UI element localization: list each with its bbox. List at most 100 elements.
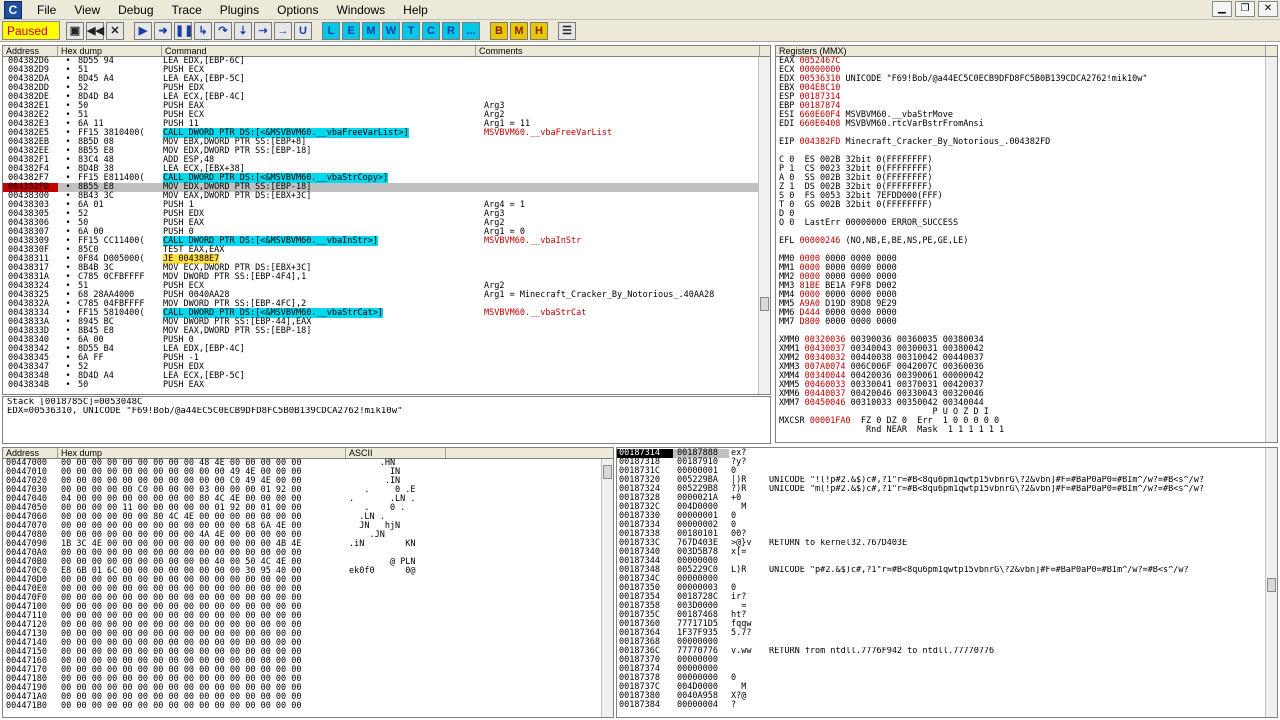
disasm-row[interactable]: 00438340 • 6A 00 PUSH 0: [3, 336, 770, 345]
open-icon[interactable]: ▣: [66, 21, 84, 40]
run-icon[interactable]: ▶: [134, 21, 152, 40]
stack-scrollbar[interactable]: [1265, 448, 1277, 717]
disasm-row[interactable]: 0043834B • 50 PUSH EAX: [3, 381, 770, 390]
menu-plugins[interactable]: Plugins: [211, 0, 268, 20]
registers-scrollbar[interactable]: [1265, 57, 1277, 442]
disasm-row[interactable]: 004382DD • 52 PUSH EDX: [3, 84, 770, 93]
hardware-breakpoints-button[interactable]: H: [530, 21, 548, 40]
disasm-row[interactable]: 00438309 • FF15 CC11400(CALL DWORD PTR DS:…: [3, 236, 770, 246]
animate-into-icon[interactable]: ⇣: [234, 21, 252, 40]
menu-file[interactable]: File: [28, 0, 65, 20]
rewind-icon[interactable]: ◀◀: [86, 21, 104, 40]
col-hex-dump[interactable]: Hex dump: [58, 46, 162, 56]
scroll-thumb[interactable]: [760, 297, 769, 311]
disasm-comment: Arg3: [484, 101, 505, 111]
menu-debug[interactable]: Debug: [109, 0, 162, 20]
disasm-row[interactable]: 004382E5 • FF15 3810400(CALL DWORD PTR DS:…: [3, 128, 770, 138]
disasm-row[interactable]: 004382DE • 8D4D B4 LEA ECX,[EBP-4C]: [3, 93, 770, 102]
memory-window-button[interactable]: M: [362, 21, 380, 40]
cpu-window-button[interactable]: C: [422, 21, 440, 40]
disasm-row[interactable]: 0043833D • 8B45 E8 MOV EAX,DWORD PTR SS:[EB…: [3, 327, 770, 336]
disasm-row[interactable]: 00438345 • 6A FF PUSH -1: [3, 354, 770, 363]
menu-help[interactable]: Help: [394, 0, 437, 20]
disasm-row[interactable]: 00438348 • 8D4D A4 LEA ECX,[EBP-5C]: [3, 372, 770, 381]
disasm-row[interactable]: 004382F7 • FF15 E811400(CALL DWORD PTR DS:…: [3, 173, 770, 183]
disasm-row[interactable]: 00438334 • FF15 5810400(CALL DWORD PTR DS:…: [3, 308, 770, 318]
menu-trace[interactable]: Trace: [163, 0, 211, 20]
disasm-comment: [476, 174, 766, 183]
log-window-button[interactable]: L: [322, 21, 340, 40]
dump-col-hex[interactable]: Hex dump: [58, 448, 346, 458]
execute-till-user-icon[interactable]: U: [294, 21, 312, 40]
stack-comment: [761, 611, 1261, 620]
disasm-row[interactable]: 00438306 • 50 PUSH EAX Arg2: [3, 219, 770, 228]
registers-title[interactable]: Registers (MMX): [776, 46, 1266, 56]
pause-icon[interactable]: ❚❚: [174, 21, 193, 40]
menu-view[interactable]: View: [65, 0, 109, 20]
disasm-row[interactable]: 0043831A • C785 0CFBFFFF MOV DWORD PTR SS:[…: [3, 273, 770, 282]
register-line: MM7 D800 0000 0000 0000: [779, 317, 897, 327]
disasm-row[interactable]: 00438300 • 8B43 3C MOV EAX,DWORD PTR DS:[EB…: [3, 192, 770, 201]
disasm-row[interactable]: 004382FD • 8B55 E8 MOV EDX,DWORD PTR SS:[EB…: [3, 183, 770, 192]
disasm-row[interactable]: 00438347 • 52 PUSH EDX: [3, 363, 770, 372]
disasm-comment: Arg3: [484, 209, 505, 219]
disasm-row[interactable]: 00438303 • 6A 01 PUSH 1 Arg4 = 1: [3, 201, 770, 210]
menu-bar: C File View Debug Trace Plugins Options …: [0, 0, 1280, 20]
dump-col-address[interactable]: Address: [3, 448, 58, 458]
disasm-row[interactable]: 004382EE • 8B55 E8 MOV EDX,DWORD PTR SS:[EB…: [3, 147, 770, 156]
disasm-row[interactable]: 004382E2 • 51 PUSH ECX Arg2: [3, 111, 770, 120]
disasm-row[interactable]: 004382EB • 8B5D 08 MOV EBX,DWORD PTR SS:[EB…: [3, 138, 770, 147]
disasm-row[interactable]: 00438305 • 52 PUSH EDX Arg3: [3, 210, 770, 219]
col-address[interactable]: Address: [3, 46, 58, 56]
restore-button[interactable]: ❐: [1235, 1, 1255, 17]
stack-comment: UNICODE "!(!p#2.&$)c#,?1"r=#B<8qu6pm1qwt…: [769, 476, 1204, 485]
menu-windows[interactable]: Windows: [327, 0, 394, 20]
col-command[interactable]: Command: [162, 46, 476, 56]
stack-scroll-thumb[interactable]: [1267, 578, 1276, 592]
disasm-command: MOV EAX,DWORD PTR SS:[EBP-18]: [162, 327, 476, 336]
menu-options[interactable]: Options: [268, 0, 327, 20]
dump-scrollbar[interactable]: [601, 459, 613, 717]
dump-ascii: [346, 585, 446, 594]
disasm-hex: 6A FF: [78, 353, 104, 363]
disasm-row[interactable]: 004382D6 • 8D55 94 LEA EDX,[EBP-6C]: [3, 57, 770, 66]
execute-till-return-icon[interactable]: →: [274, 21, 292, 40]
disasm-row[interactable]: 00438311 • 0F84 D005000(JE 004388E7: [3, 254, 770, 264]
animate-over-icon[interactable]: ⇢: [254, 21, 272, 40]
dump-row[interactable]: 004471B0 00 00 00 00 00 00 00 00 00 00 00…: [3, 702, 613, 711]
dump-scroll-thumb[interactable]: [603, 465, 612, 479]
dump-pane: Address Hex dump ASCII 00447000 00 00 00 …: [2, 447, 614, 718]
disasm-row[interactable]: 004382D9 • 51 PUSH ECX: [3, 66, 770, 75]
breakpoints-window-button[interactable]: B: [490, 21, 508, 40]
threads-window-button[interactable]: T: [402, 21, 420, 40]
step-run-icon[interactable]: ➜: [154, 21, 172, 40]
memory-breakpoints-button[interactable]: M: [510, 21, 528, 40]
dump-col-ascii[interactable]: ASCII: [346, 448, 446, 458]
disasm-comment: [476, 381, 766, 390]
step-into-icon[interactable]: ↳: [194, 21, 212, 40]
disassembly-scrollbar[interactable]: [758, 57, 770, 394]
stack-row[interactable]: 00187384 00000004?: [617, 701, 1277, 710]
dump-rows: 00447000 00 00 00 00 00 00 00 00 00 48 4E…: [3, 459, 613, 711]
run-trace-button[interactable]: ...: [462, 21, 480, 40]
stack-ascii: 5.7?: [731, 628, 752, 638]
modules-window-button[interactable]: E: [342, 21, 360, 40]
stack-comment: RETURN from ntdll.7776F942 to ntdll.7777…: [769, 647, 995, 656]
col-comments[interactable]: Comments: [476, 46, 760, 56]
stack-comment: [761, 602, 1261, 611]
disasm-comment: [476, 273, 766, 282]
disasm-row[interactable]: 0043833A • 8945 BC MOV DWORD PTR SS:[EBP-44…: [3, 318, 770, 327]
disasm-row[interactable]: 004382E1 • 50 PUSH EAX Arg3: [3, 102, 770, 111]
list-icon[interactable]: ☰: [558, 21, 576, 40]
disassembly-header: Address Hex dump Command Comments: [3, 46, 770, 57]
windows-window-button[interactable]: W: [382, 21, 400, 40]
close-program-icon[interactable]: ✕: [106, 21, 124, 40]
minimize-button[interactable]: ▁: [1212, 1, 1232, 17]
step-over-icon[interactable]: ↷: [214, 21, 232, 40]
disasm-row[interactable]: 004382F1 • 83C4 48 ADD ESP,48: [3, 156, 770, 165]
close-button[interactable]: ✕: [1258, 1, 1278, 17]
stack-ascii: ?: [731, 700, 737, 710]
references-window-button[interactable]: R: [442, 21, 460, 40]
disasm-row[interactable]: 00438342 • 8D55 B4 LEA EDX,[EBP-4C]: [3, 345, 770, 354]
disasm-row[interactable]: 004382DA • 8D45 A4 LEA EAX,[EBP-5C]: [3, 75, 770, 84]
